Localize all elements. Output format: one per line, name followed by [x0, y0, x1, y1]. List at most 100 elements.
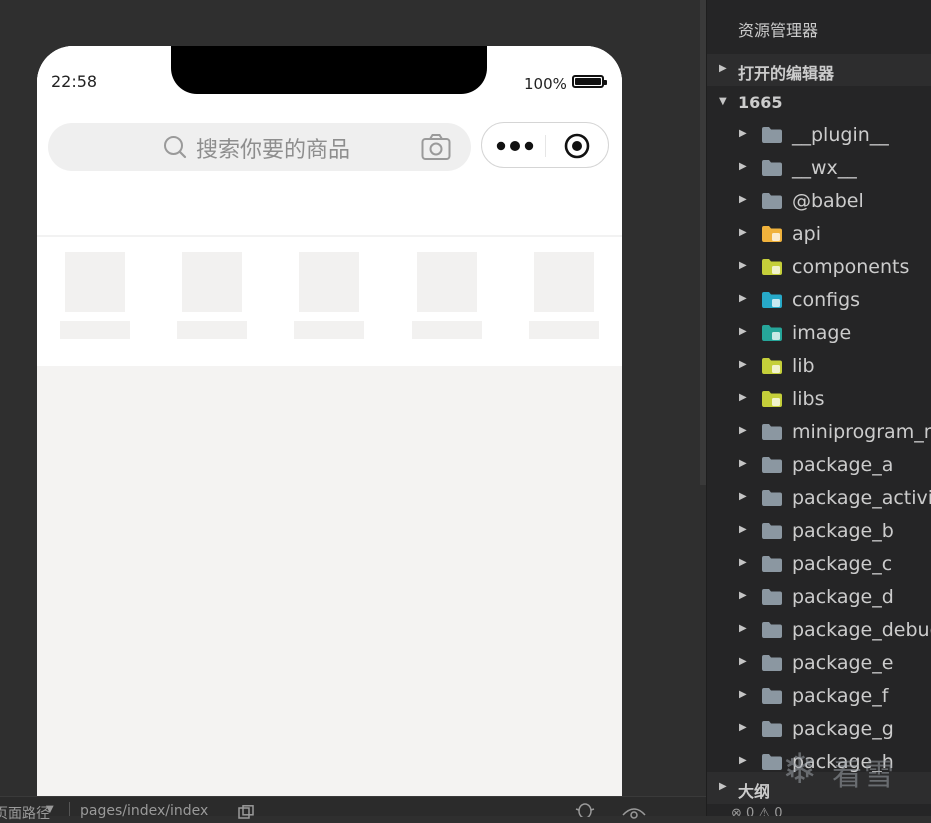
folder-icon: [762, 688, 782, 704]
tree-item[interactable]: ▶ __wx__: [707, 152, 931, 185]
tree-item-label: package_a: [792, 454, 894, 476]
tree-item[interactable]: ▶ package_c: [707, 548, 931, 581]
tree-item-label: package_f: [792, 685, 889, 707]
folder-icon: [762, 424, 782, 440]
more-icon[interactable]: [496, 139, 534, 153]
category-strip: [37, 237, 622, 366]
tree-item-label: package_e: [792, 652, 894, 674]
tree-item-label: components: [792, 256, 910, 278]
tree-item-label: __plugin__: [792, 124, 889, 146]
phone-notch: [171, 46, 487, 94]
copy-icon[interactable]: [238, 805, 254, 819]
chevron-right-icon[interactable]: ▶: [739, 722, 747, 733]
explorer-title: 资源管理器: [738, 21, 819, 40]
tree-item[interactable]: ▶ package_debug: [707, 614, 931, 647]
category-label-placeholder: [294, 321, 364, 339]
chevron-right-icon[interactable]: ▶: [739, 689, 747, 700]
category-image-placeholder: [417, 252, 477, 312]
chevron-right-icon[interactable]: ▶: [739, 755, 747, 766]
tree-item-label: miniprogram_npm: [792, 421, 931, 443]
tree-item[interactable]: ▶ miniprogram_npm: [707, 416, 931, 449]
chevron-right-icon[interactable]: ▶: [739, 128, 747, 139]
chevron-right-icon[interactable]: ▶: [739, 260, 747, 271]
tree-item-label: image: [792, 322, 852, 344]
category-label-placeholder: [412, 321, 482, 339]
tree-item[interactable]: ▶ package_b: [707, 515, 931, 548]
chevron-right-icon[interactable]: ▶: [739, 227, 747, 238]
chevron-down-icon[interactable]: ▼: [46, 804, 54, 815]
category-image-placeholder: [299, 252, 359, 312]
chevron-right-icon[interactable]: ▶: [739, 392, 747, 403]
chevron-right-icon[interactable]: ▶: [739, 458, 747, 469]
search-icon: [164, 136, 187, 159]
search-bar[interactable]: 搜索你要的商品: [48, 123, 471, 171]
chevron-right-icon[interactable]: ▶: [739, 194, 747, 205]
folder-icon: [762, 622, 782, 638]
close-miniprogram-icon[interactable]: [564, 133, 590, 159]
folder-lib-icon: [762, 391, 782, 407]
tree-item-label: api: [792, 223, 821, 245]
folder-icon: [762, 193, 782, 209]
category-image-placeholder: [534, 252, 594, 312]
page-path: pages/index/index: [80, 803, 209, 819]
chevron-right-icon: ▶: [719, 781, 727, 792]
watermark: ❄ 看雪: [782, 742, 922, 793]
chevron-right-icon[interactable]: ▶: [739, 326, 747, 337]
category-placeholder[interactable]: [529, 252, 599, 342]
tree-item[interactable]: ▶ package_a: [707, 449, 931, 482]
folder-icon: [762, 127, 782, 143]
folder-icon: [762, 721, 782, 737]
content-area: [37, 366, 622, 806]
folder-config-icon: [762, 292, 782, 308]
tree-item[interactable]: ▶ package_e: [707, 647, 931, 680]
battery-icon: [572, 75, 607, 88]
category-image-placeholder: [182, 252, 242, 312]
capsule-divider: [545, 135, 546, 157]
tree-item[interactable]: ▶ api: [707, 218, 931, 251]
tree-item[interactable]: ▶ image: [707, 317, 931, 350]
explorer-panel: 资源管理器 ▶ 打开的编辑器 ▼ 1665 ▶ __plugin__ ▶ __wx__…: [706, 0, 931, 816]
page-path-label[interactable]: 页面路径: [0, 803, 50, 823]
project-root[interactable]: ▼ 1665: [707, 87, 931, 119]
folder-icon: [762, 655, 782, 671]
problem-counters[interactable]: ⊗ 0 ⚠ 0: [731, 806, 783, 816]
tree-item-label: package_activity: [792, 487, 931, 509]
tree-item[interactable]: ▶ package_d: [707, 581, 931, 614]
chevron-right-icon[interactable]: ▶: [739, 491, 747, 502]
tree-item-label: package_c: [792, 553, 893, 575]
eye-icon[interactable]: [622, 805, 646, 819]
section-label: 打开的编辑器: [738, 64, 835, 83]
category-label-placeholder: [177, 321, 247, 339]
chevron-right-icon[interactable]: ▶: [739, 359, 747, 370]
status-time: 22:58: [51, 72, 98, 91]
chevron-right-icon[interactable]: ▶: [739, 524, 747, 535]
category-placeholder[interactable]: [177, 252, 247, 342]
tree-item[interactable]: ▶ configs: [707, 284, 931, 317]
tree-item[interactable]: ▶ package_activity: [707, 482, 931, 515]
category-label-placeholder: [60, 321, 130, 339]
category-label-placeholder: [529, 321, 599, 339]
category-placeholder[interactable]: [294, 252, 364, 342]
tree-item[interactable]: ▶ components: [707, 251, 931, 284]
tree-item[interactable]: ▶ libs: [707, 383, 931, 416]
camera-icon[interactable]: [421, 133, 451, 161]
tree-item[interactable]: ▶ lib: [707, 350, 931, 383]
divider: [69, 802, 70, 816]
chevron-right-icon[interactable]: ▶: [739, 656, 747, 667]
tree-item[interactable]: ▶ @babel: [707, 185, 931, 218]
tree-item[interactable]: ▶ package_f: [707, 680, 931, 713]
chevron-down-icon: ▼: [719, 96, 727, 107]
page-header: 22:58 100% 搜索你要的商品: [37, 46, 622, 236]
bug-icon[interactable]: [574, 801, 596, 817]
open-editors-section[interactable]: ▶ 打开的编辑器: [707, 54, 931, 86]
chevron-right-icon[interactable]: ▶: [739, 293, 747, 304]
snowflake-icon: ❄: [782, 744, 818, 793]
chevron-right-icon[interactable]: ▶: [739, 590, 747, 601]
category-placeholder[interactable]: [412, 252, 482, 342]
chevron-right-icon[interactable]: ▶: [739, 557, 747, 568]
chevron-right-icon[interactable]: ▶: [739, 425, 747, 436]
tree-item[interactable]: ▶ __plugin__: [707, 119, 931, 152]
category-placeholder[interactable]: [60, 252, 130, 342]
chevron-right-icon[interactable]: ▶: [739, 623, 747, 634]
chevron-right-icon[interactable]: ▶: [739, 161, 747, 172]
